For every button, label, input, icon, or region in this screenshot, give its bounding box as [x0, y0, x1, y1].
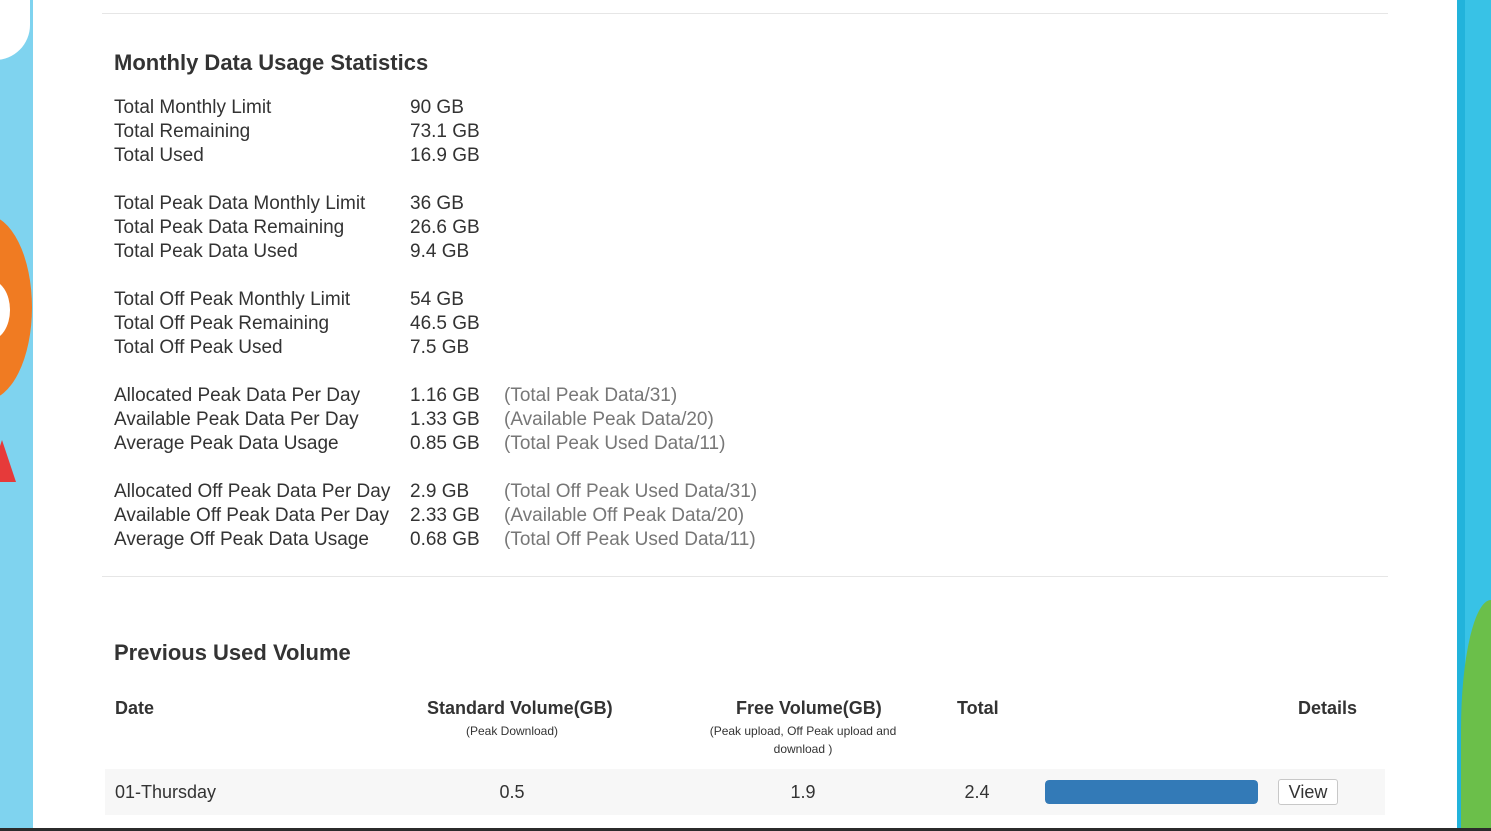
stat-label: Total Used — [114, 145, 204, 166]
background-left-decoration — [0, 0, 33, 831]
view-details-button[interactable]: View — [1278, 779, 1338, 805]
stat-note: (Total Peak Used Data/11) — [504, 433, 726, 454]
stat-value: 9.4 GB — [410, 241, 470, 262]
divider — [102, 13, 1388, 14]
column-header-standard-volume: Standard Volume(GB) — [427, 698, 613, 718]
stat-note: (Total Off Peak Used Data/11) — [504, 529, 756, 550]
usage-progress-fill — [1045, 780, 1258, 804]
stat-value: 54 GB — [410, 289, 464, 310]
stat-note: (Available Off Peak Data/20) — [504, 505, 745, 526]
free-volume-cell: 1.9 — [790, 782, 816, 802]
column-subheader-standard-volume: (Peak Download) — [465, 724, 559, 738]
stat-value: 46.5 GB — [410, 313, 480, 334]
column-header-free-volume: Free Volume(GB) — [736, 698, 882, 718]
usage-section-title: Monthly Data Usage Statistics — [114, 50, 429, 75]
stat-value: 16.9 GB — [410, 145, 480, 166]
stat-label: Allocated Peak Data Per Day — [114, 385, 361, 406]
stat-value: 73.1 GB — [410, 121, 480, 142]
stat-label: Total Off Peak Remaining — [114, 313, 330, 334]
stat-label: Total Off Peak Monthly Limit — [114, 289, 351, 310]
stat-value: 1.33 GB — [410, 409, 480, 430]
stat-label: Allocated Off Peak Data Per Day — [114, 481, 391, 502]
stat-value: 1.16 GB — [410, 385, 480, 406]
stat-value: 0.68 GB — [410, 529, 480, 550]
column-header-details: Details — [1298, 698, 1358, 718]
previous-volume-title: Previous Used Volume — [114, 640, 351, 665]
stat-label: Total Monthly Limit — [114, 97, 272, 118]
background-shape — [0, 440, 16, 482]
stat-note: (Total Off Peak Used Data/31) — [504, 481, 758, 502]
stat-value: 26.6 GB — [410, 217, 480, 238]
background-shape — [0, 0, 30, 60]
column-header-total: Total — [957, 698, 999, 718]
stat-label: Total Peak Data Used — [114, 241, 298, 262]
stat-label: Total Off Peak Used — [114, 337, 283, 358]
column-subheader-free-volume: (Peak upload, Off Peak upload and downlo… — [709, 724, 897, 756]
stat-label: Available Peak Data Per Day — [114, 409, 359, 430]
total-cell: 2.4 — [964, 782, 990, 802]
stat-label: Total Peak Data Remaining — [114, 217, 345, 238]
date-cell: 01-Thursday — [115, 782, 217, 802]
usage-progress-bar — [1045, 780, 1258, 804]
table-row: 01-Thursday 0.5 1.9 2.4 View — [105, 769, 1385, 815]
stat-value: 2.33 GB — [410, 505, 480, 526]
stat-value: 36 GB — [410, 193, 464, 214]
stat-note: (Total Peak Data/31) — [504, 385, 678, 406]
stat-value: 90 GB — [410, 97, 464, 118]
content-panel: Monthly Data Usage Statistics Total Mont… — [33, 0, 1457, 828]
column-header-date: Date — [115, 698, 155, 718]
stat-label: Total Peak Data Monthly Limit — [114, 193, 366, 214]
background-right-decoration — [1457, 0, 1491, 831]
stat-note: (Available Peak Data/20) — [504, 409, 714, 430]
standard-volume-cell: 0.5 — [499, 782, 525, 802]
stat-label: Total Remaining — [114, 121, 251, 142]
stat-label: Average Peak Data Usage — [114, 433, 339, 454]
background-shape — [1461, 600, 1491, 831]
stat-value: 0.85 GB — [410, 433, 480, 454]
divider — [102, 576, 1388, 577]
stat-label: Available Off Peak Data Per Day — [114, 505, 389, 526]
stat-label: Average Off Peak Data Usage — [114, 529, 369, 550]
stat-value: 7.5 GB — [410, 337, 470, 358]
stat-value: 2.9 GB — [410, 481, 470, 502]
